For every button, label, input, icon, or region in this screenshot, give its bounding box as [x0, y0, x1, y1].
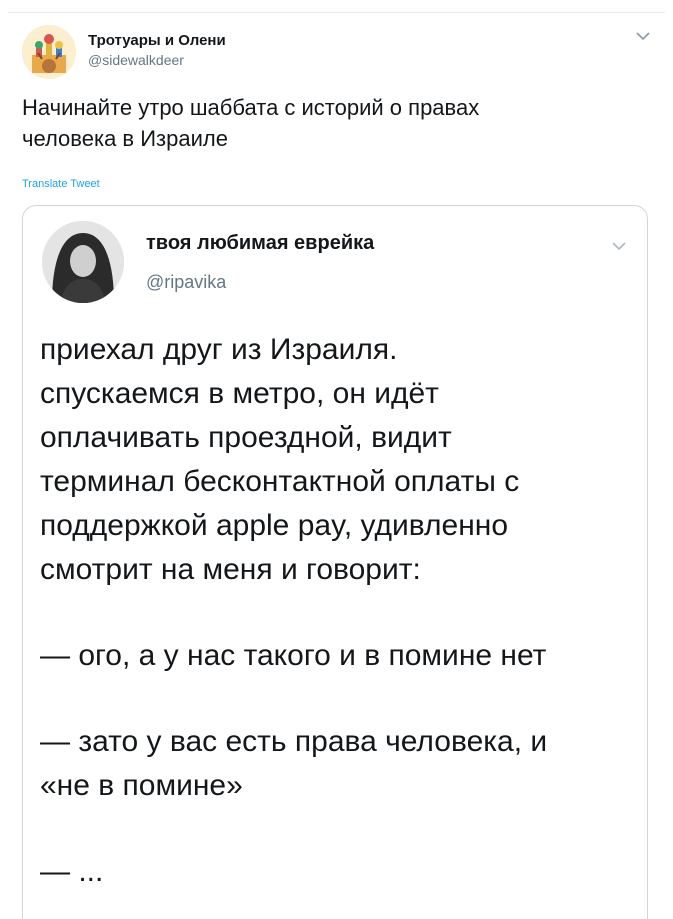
quoted-author-handle[interactable]: @ripavika	[146, 272, 226, 293]
cathedral-deer-illustration-icon	[22, 25, 76, 79]
quoted-author-avatar[interactable]	[42, 221, 124, 303]
quoted-tweet-card[interactable]: твоя любимая еврейка @ripavika приехал д…	[22, 205, 648, 919]
quoted-paragraph: — ого, а у нас такого и в помине нет	[40, 639, 547, 672]
chevron-down-icon[interactable]	[634, 29, 652, 43]
quoted-tweet-text: приехал друг из Израиля. спускаемся в ме…	[40, 328, 640, 919]
quoted-paragraph: — зато у вас есть права человека, и «не …	[40, 725, 548, 802]
translate-tweet-link[interactable]: Translate Tweet	[22, 178, 100, 190]
quoted-paragraph: — ...	[40, 855, 104, 888]
tweet-text: Начинайте утро шаббата с историй о права…	[22, 95, 480, 151]
author-handle[interactable]: @sidewalkdeer	[88, 52, 184, 68]
quoted-author-name[interactable]: твоя любимая еврейка	[146, 232, 374, 255]
chevron-down-icon[interactable]	[611, 240, 627, 252]
author-name[interactable]: Тротуары и Олени	[88, 32, 226, 49]
profile-photo-icon	[42, 221, 124, 303]
quoted-paragraph: приехал друг из Израиля. спускаемся в ме…	[40, 333, 520, 586]
author-avatar[interactable]	[22, 25, 76, 79]
divider	[8, 12, 665, 13]
tweet-page: Тротуары и Олени @sidewalkdeer Начинайте…	[0, 0, 673, 919]
tweet-header: Тротуары и Олени @sidewalkdeer	[22, 25, 652, 81]
